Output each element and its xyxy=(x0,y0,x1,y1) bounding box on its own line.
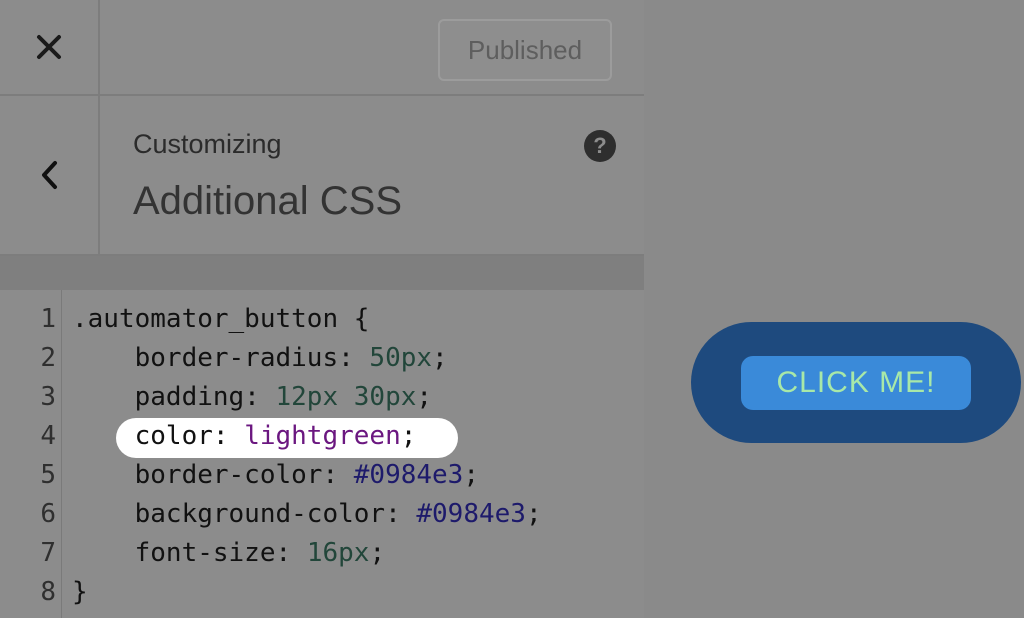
code-value: 12px 30px xyxy=(275,382,417,412)
help-icon[interactable]: ? xyxy=(584,130,616,162)
line-number: 5 xyxy=(40,460,56,490)
code-line[interactable]: border-color: #0984e3; xyxy=(72,456,479,495)
code-line-highlighted[interactable]: color: lightgreen; xyxy=(72,417,417,456)
line-number: 8 xyxy=(40,577,56,607)
code-semicolon: ; xyxy=(400,421,417,451)
code-semicolon: ; xyxy=(432,343,448,373)
section-header: Customizing Additional CSS ? xyxy=(0,96,644,256)
chevron-left-icon xyxy=(42,161,57,189)
back-button[interactable] xyxy=(0,96,100,254)
code-value: lightgreen xyxy=(244,421,401,451)
customizing-label: Customizing xyxy=(133,129,282,159)
code-closing-brace: } xyxy=(72,577,88,607)
code-value: #0984e3 xyxy=(353,460,464,490)
code-selector: .automator_button { xyxy=(72,304,370,334)
code-semicolon: ; xyxy=(525,499,542,529)
code-property: color: xyxy=(72,421,245,451)
code-property: font-size: xyxy=(72,538,307,568)
css-code-editor[interactable]: 1 2 3 4 5 6 7 8 .automator_button { bord… xyxy=(0,290,644,618)
code-property: padding: xyxy=(72,382,276,412)
close-icon xyxy=(37,35,61,59)
code-line[interactable]: padding: 12px 30px; xyxy=(72,378,432,417)
section-divider xyxy=(0,256,644,290)
line-number: 7 xyxy=(40,538,56,568)
code-line[interactable]: border-radius: 50px; xyxy=(72,339,448,378)
code-line[interactable]: background-color: #0984e3; xyxy=(72,495,542,534)
line-number-gutter: 1 2 3 4 5 6 7 8 xyxy=(0,290,62,618)
code-property: background-color: xyxy=(72,499,417,529)
code-line[interactable]: .automator_button { xyxy=(72,300,369,339)
line-number: 6 xyxy=(40,499,56,529)
preview-button-container: CLICK ME! xyxy=(691,322,1021,443)
customizer-topbar: Published xyxy=(0,0,644,96)
code-value: #0984e3 xyxy=(416,499,526,529)
line-number: 3 xyxy=(40,382,56,412)
code-semicolon: ; xyxy=(369,538,386,568)
code-semicolon: ; xyxy=(463,460,479,490)
code-value: 16px xyxy=(306,538,370,568)
code-line[interactable]: font-size: 16px; xyxy=(72,534,385,573)
line-number: 2 xyxy=(40,343,56,373)
close-button[interactable] xyxy=(0,0,100,94)
line-number: 1 xyxy=(40,304,56,334)
code-property: border-radius: xyxy=(72,343,370,373)
click-me-button[interactable]: CLICK ME! xyxy=(741,355,971,410)
customizer-sidebar: Published Customizing Additional CSS ? 1… xyxy=(0,0,644,618)
code-property: border-color: xyxy=(72,460,354,490)
line-number: 4 xyxy=(40,421,56,451)
page-title: Additional CSS xyxy=(133,179,403,223)
code-line[interactable]: } xyxy=(72,573,88,612)
published-button[interactable]: Published xyxy=(438,19,612,81)
code-value: 50px xyxy=(369,343,433,373)
code-semicolon: ; xyxy=(416,382,433,412)
